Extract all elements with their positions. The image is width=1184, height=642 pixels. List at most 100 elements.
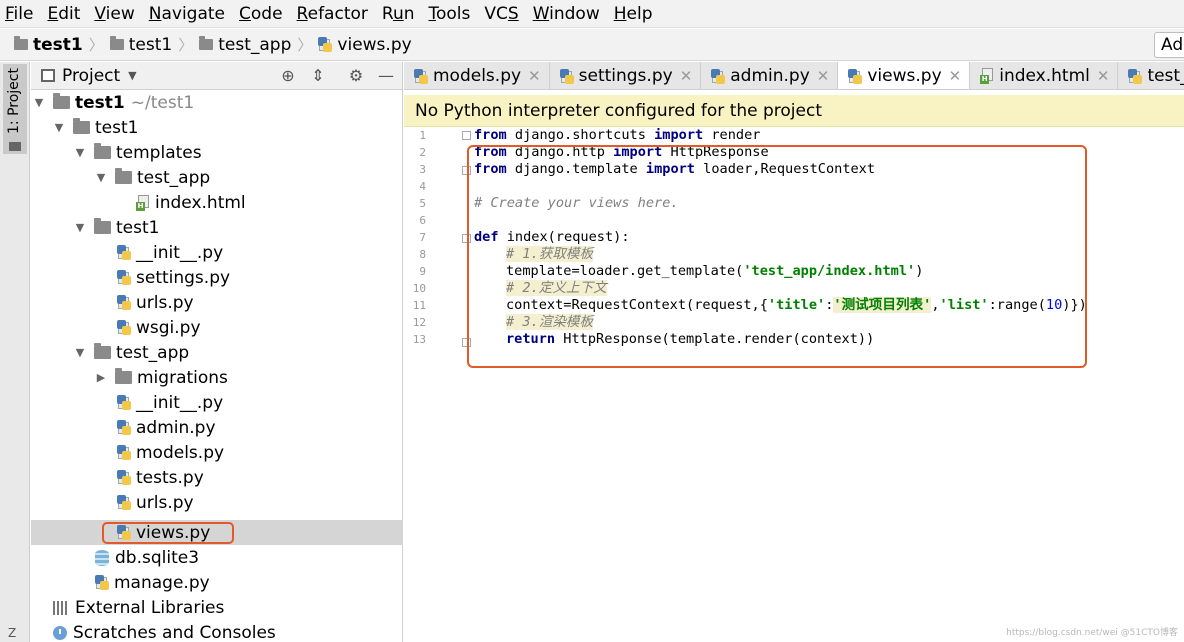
annotation-box-code: [467, 145, 1087, 368]
tree-item-admin[interactable]: admin.py: [31, 415, 403, 440]
left-tool-strip: 1: Project Z: [0, 62, 30, 642]
menu-item[interactable]: Edit: [42, 0, 85, 28]
tree-item-scratches[interactable]: Scratches and Consoles: [31, 620, 403, 642]
expanded-arrow-icon[interactable]: ▼: [33, 96, 45, 109]
folder-icon: [73, 118, 90, 134]
editor-tab[interactable]: Hindex.html ✕: [970, 62, 1119, 89]
editor-tab[interactable]: models.py ✕: [404, 62, 550, 89]
breadcrumb-folder1[interactable]: test1: [109, 35, 172, 55]
tree-item-urls1[interactable]: urls.py: [31, 290, 403, 315]
line-number: 9: [419, 265, 426, 278]
editor-tab[interactable]: admin.py ✕: [701, 62, 839, 89]
tree-item-models[interactable]: models.py: [31, 440, 403, 465]
tree-item-index-html[interactable]: H index.html: [31, 190, 403, 215]
tree-item-db[interactable]: db.sqlite3: [31, 545, 403, 570]
menu-item[interactable]: File: [0, 0, 38, 28]
editor-area: models.py ✕ settings.py ✕ admin.py ✕ views.py ✕…: [404, 62, 1184, 642]
folder-icon: [94, 218, 111, 234]
menu-item[interactable]: Run: [377, 0, 420, 28]
tree-item-urls2[interactable]: urls.py: [31, 490, 403, 515]
collapsed-arrow-icon[interactable]: ▶: [95, 371, 107, 384]
expanded-arrow-icon[interactable]: ▼: [74, 346, 86, 359]
tree-item-test-app[interactable]: ▼ test_app: [31, 340, 403, 365]
folder-icon: [9, 142, 21, 151]
expanded-arrow-icon[interactable]: ▼: [74, 221, 86, 234]
editor-tab-label: settings.py: [578, 66, 673, 86]
tree-item-init2[interactable]: __init__.py: [31, 390, 403, 415]
close-icon[interactable]: ✕: [949, 67, 962, 85]
fold-marker-icon[interactable]: [462, 131, 471, 140]
breadcrumb-file[interactable]: views.py: [318, 35, 412, 55]
hide-icon[interactable]: —: [377, 67, 395, 85]
annotation-box-views-file: [102, 522, 234, 544]
editor-tab[interactable]: test_app/u: [1118, 62, 1184, 89]
menu-item[interactable]: View: [89, 0, 139, 28]
editor-tab-label: admin.py: [730, 66, 810, 86]
python-file-icon: [117, 320, 131, 335]
menu-item[interactable]: Navigate: [144, 0, 230, 28]
menu-item[interactable]: Refactor: [292, 0, 373, 28]
tree-item-root[interactable]: ▼ test1 ~/test1: [31, 90, 403, 115]
collapse-all-icon[interactable]: ⇕: [309, 67, 327, 85]
python-file-icon: [117, 495, 131, 510]
tree-item-external-libraries[interactable]: External Libraries: [31, 595, 403, 620]
expanded-arrow-icon[interactable]: ▼: [95, 171, 107, 184]
tree-item-init1[interactable]: __init__.py: [31, 240, 403, 265]
chevron-down-icon[interactable]: ▼: [128, 69, 136, 82]
breadcrumb-folder2[interactable]: test_app: [199, 35, 291, 55]
python-file-icon: [117, 270, 131, 285]
folder-icon: [53, 93, 70, 109]
editor-tab-label: index.html: [999, 66, 1090, 86]
folder-icon: [109, 36, 124, 50]
project-view-icon: [41, 69, 55, 82]
close-icon[interactable]: ✕: [817, 67, 830, 85]
python-file-icon: [117, 295, 131, 310]
structure-tool-tab[interactable]: Z: [8, 626, 16, 640]
python-file-icon: [318, 37, 333, 52]
menu-item[interactable]: Window: [528, 0, 605, 28]
folder-icon: [94, 343, 111, 359]
chevron-right-icon: 〉: [178, 36, 194, 54]
editor-tab-label: models.py: [433, 66, 522, 86]
project-view-selector[interactable]: Project: [62, 66, 120, 86]
tree-item-wsgi[interactable]: wsgi.py: [31, 315, 403, 340]
tree-item-templates[interactable]: ▼ templates: [31, 140, 403, 165]
python-file-icon: [95, 575, 109, 590]
line-number: 4: [419, 180, 426, 193]
watermark: https://blog.csdn.net/wei @51CTO博客: [1006, 628, 1178, 638]
folder-icon: [115, 168, 132, 184]
tree-item-migrations[interactable]: ▶ migrations: [31, 365, 403, 390]
breadcrumb-root[interactable]: test1: [14, 35, 83, 55]
menu-item[interactable]: Tools: [424, 0, 476, 28]
close-icon[interactable]: ✕: [1097, 67, 1110, 85]
tree-item-templates-test-app[interactable]: ▼ test_app: [31, 165, 403, 190]
line-number: 5: [419, 197, 426, 210]
expanded-arrow-icon[interactable]: ▼: [53, 121, 65, 134]
tree-item-tests[interactable]: tests.py: [31, 465, 403, 490]
line-number: 2: [419, 146, 426, 159]
python-file-icon: [1128, 68, 1143, 84]
project-panel-header: Project ▼ ⊕ ⇕ ⚙ —: [31, 62, 402, 90]
tree-item-manage[interactable]: manage.py: [31, 570, 403, 595]
tree-item-settings[interactable]: settings.py: [31, 265, 403, 290]
tree-item-test1-pkg[interactable]: ▼ test1: [31, 215, 403, 240]
line-number: 10: [412, 282, 426, 295]
menu-item[interactable]: Help: [609, 0, 658, 28]
expanded-arrow-icon[interactable]: ▼: [74, 146, 86, 159]
folder-icon: [94, 143, 111, 159]
interpreter-warning-banner[interactable]: No Python interpreter configured for the…: [404, 95, 1184, 127]
menu-item[interactable]: VCS: [479, 0, 523, 28]
line-number: 8: [419, 248, 426, 261]
menu-item[interactable]: Code: [234, 0, 288, 28]
folder-icon: [199, 36, 214, 50]
scratches-icon: [53, 625, 67, 640]
editor-tab[interactable]: views.py ✕: [838, 62, 971, 89]
close-icon[interactable]: ✕: [528, 67, 541, 85]
add-configuration-button[interactable]: Ad: [1154, 32, 1184, 58]
line-number-gutter: 1 2 3 4 5 6 7 8 9 10 11 12 13: [404, 127, 464, 642]
tree-item-test1-inner[interactable]: ▼ test1: [31, 115, 403, 140]
editor-tab[interactable]: settings.py ✕: [550, 62, 702, 89]
close-icon[interactable]: ✕: [680, 67, 693, 85]
locate-icon[interactable]: ⊕: [279, 67, 297, 85]
gear-icon[interactable]: ⚙: [347, 67, 365, 85]
